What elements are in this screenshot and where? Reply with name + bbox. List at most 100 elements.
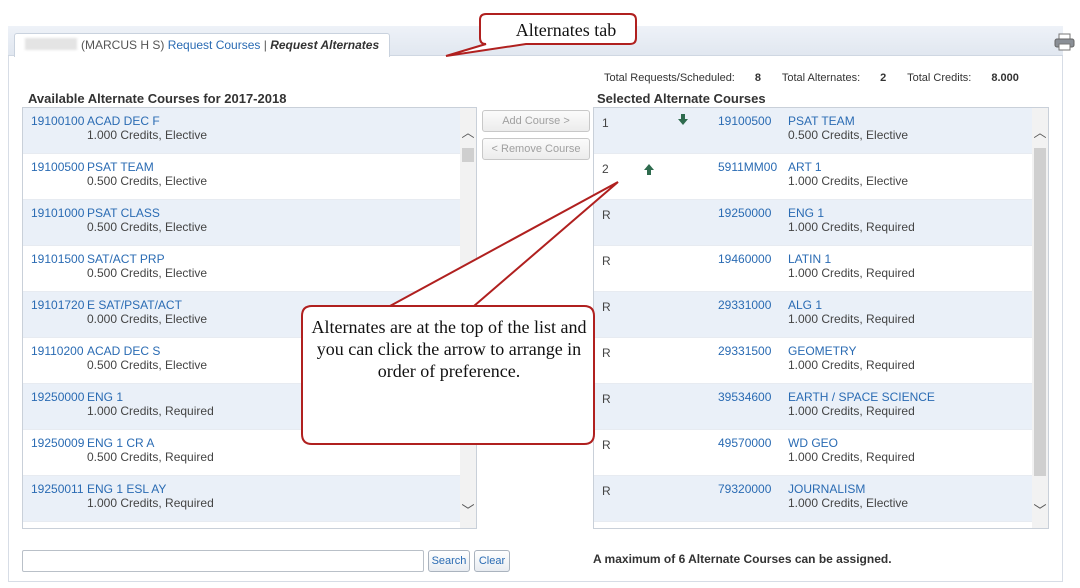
course-title[interactable]: EARTH / SPACE SCIENCE <box>788 390 935 404</box>
scroll-up-icon[interactable]: ︿ <box>1032 122 1048 140</box>
course-title[interactable]: ACAD DEC F <box>87 114 160 128</box>
printer-icon[interactable] <box>1054 33 1076 51</box>
course-code[interactable]: 19101000 <box>31 206 84 220</box>
tab-separator: | <box>263 38 267 52</box>
course-info: 0.500 Credits, Elective <box>788 128 909 142</box>
course-code[interactable]: 29331500 <box>718 344 771 358</box>
course-info: 0.500 Credits, Required <box>87 450 214 464</box>
course-info: 1.000 Credits, Required <box>788 358 915 372</box>
course-code[interactable]: 19250011 <box>31 482 84 496</box>
selected-course-row[interactable]: R 29331500 GEOMETRY 1.000 Credits, Required <box>594 338 1032 384</box>
course-info: 0.500 Credits, Elective <box>87 266 208 280</box>
course-info: 0.500 Credits, Elective <box>87 220 208 234</box>
course-rank: R <box>602 208 611 222</box>
course-rank: 1 <box>602 116 609 130</box>
course-code[interactable]: 5911MM00 <box>718 160 777 174</box>
course-title[interactable]: ACAD DEC S <box>87 344 160 358</box>
course-code[interactable]: 49570000 <box>718 436 771 450</box>
tab-callout-text: Alternates tab <box>515 20 617 40</box>
request-courses-link[interactable]: Request Courses <box>168 38 261 52</box>
available-course-row[interactable]: 19250011 ENG 1 ESL AY 1.000 Credits, Requi… <box>23 476 460 522</box>
course-code[interactable]: 19101720 <box>31 298 84 312</box>
course-code[interactable]: 19110200 <box>31 344 84 358</box>
course-code[interactable]: 19250000 <box>718 206 771 220</box>
remove-course-button[interactable]: < Remove Course <box>482 138 590 160</box>
selected-course-row[interactable]: R 39534600 EARTH / SPACE SCIENCE 1.000 Cred… <box>594 384 1032 430</box>
scroll-thumb[interactable] <box>462 148 474 162</box>
course-info: 1.000 Credits, Required <box>788 220 915 234</box>
course-rank: R <box>602 438 611 452</box>
course-info: 1.000 Credits, Required <box>788 266 915 280</box>
search-input[interactable] <box>22 550 424 572</box>
course-code[interactable]: 19100500 <box>718 114 771 128</box>
course-title[interactable]: GEOMETRY <box>788 344 856 358</box>
course-title[interactable]: JOURNALISM <box>788 482 865 496</box>
course-info: 1.000 Credits, Required <box>788 312 915 326</box>
course-info: 1.000 Credits, Elective <box>788 496 909 510</box>
available-course-row[interactable]: 19101500 SAT/ACT PRP 0.500 Credits, Electi… <box>23 246 460 292</box>
course-info: 1.000 Credits, Required <box>788 450 915 464</box>
course-info: 1.000 Credits, Required <box>788 404 915 418</box>
student-name-redacted <box>25 38 77 50</box>
scroll-thumb[interactable] <box>1034 148 1046 476</box>
search-button[interactable]: Search <box>428 550 470 572</box>
course-info: 1.000 Credits, Required <box>87 404 214 418</box>
course-code[interactable]: 39534600 <box>718 390 771 404</box>
selected-course-row[interactable]: R 19460000 LATIN 1 1.000 Credits, Required <box>594 246 1032 292</box>
course-title[interactable]: ENG 1 ESL AY <box>87 482 166 496</box>
selected-scrollbar[interactable]: ︿ ﹀ <box>1032 108 1048 528</box>
course-code[interactable]: 19250000 <box>31 390 84 404</box>
course-title[interactable]: ENG 1 <box>788 206 824 220</box>
course-title[interactable]: ENG 1 CR A <box>87 436 154 450</box>
arrow-up-icon[interactable] <box>644 164 654 175</box>
course-rank: R <box>602 346 611 360</box>
scroll-up-icon[interactable]: ︿ <box>460 122 476 140</box>
course-title[interactable]: WD GEO <box>788 436 838 450</box>
course-title[interactable]: PSAT CLASS <box>87 206 160 220</box>
course-title[interactable]: LATIN 1 <box>788 252 831 266</box>
course-code[interactable]: 19460000 <box>718 252 771 266</box>
selected-course-row[interactable]: R 49570000 WD GEO 1.000 Credits, Required <box>594 430 1032 476</box>
available-course-row[interactable]: 19250009 ENG 1 CR A 0.500 Credits, Require… <box>23 430 460 476</box>
course-title[interactable]: ALG 1 <box>788 298 822 312</box>
available-course-row[interactable]: 19250000 ENG 1 1.000 Credits, Required <box>23 384 460 430</box>
available-course-row[interactable]: 19100500 PSAT TEAM 0.500 Credits, Elective <box>23 154 460 200</box>
course-code[interactable]: 29331000 <box>718 298 771 312</box>
course-title[interactable]: E SAT/PSAT/ACT <box>87 298 182 312</box>
selected-course-row[interactable]: 2 5911MM00 ART 1 1.000 Credits, Elective <box>594 154 1032 200</box>
selected-courses-heading: Selected Alternate Courses <box>597 91 766 106</box>
course-rank: 2 <box>602 162 609 176</box>
request-alternates-tab[interactable]: Request Alternates <box>270 38 379 52</box>
course-code[interactable]: 19100100 <box>31 114 84 128</box>
course-info: 1.000 Credits, Elective <box>87 128 208 142</box>
scroll-down-icon[interactable]: ﹀ <box>1032 500 1048 518</box>
selected-course-row[interactable]: R 29331000 ALG 1 1.000 Credits, Required <box>594 292 1032 338</box>
arrows-callout-text: Alternates are at the top of the list an… <box>311 317 587 381</box>
max-alternates-note: A maximum of 6 Alternate Courses can be … <box>593 552 892 566</box>
selected-courses-list[interactable]: 1 19100500 PSAT TEAM 0.500 Credits, Electiv… <box>593 107 1049 529</box>
add-course-button[interactable]: Add Course > <box>482 110 590 132</box>
available-course-row[interactable]: 19101000 PSAT CLASS 0.500 Credits, Electiv… <box>23 200 460 246</box>
course-title[interactable]: SAT/ACT PRP <box>87 252 165 266</box>
selected-course-row[interactable]: R 79320000 JOURNALISM 1.000 Credits, Electi… <box>594 476 1032 522</box>
course-code[interactable]: 19101500 <box>31 252 84 266</box>
course-info: 0.000 Credits, Elective <box>87 312 208 326</box>
arrow-down-icon[interactable] <box>678 114 688 125</box>
course-title[interactable]: ART 1 <box>788 160 822 174</box>
course-info: 1.000 Credits, Elective <box>788 174 909 188</box>
available-course-row[interactable]: 19100100 ACAD DEC F 1.000 Credits, Electiv… <box>23 108 460 154</box>
selected-course-row[interactable]: 1 19100500 PSAT TEAM 0.500 Credits, Electiv… <box>594 108 1032 154</box>
course-code[interactable]: 19100500 <box>31 160 84 174</box>
course-code[interactable]: 19250009 <box>31 436 84 450</box>
course-rank: R <box>602 484 611 498</box>
clear-button[interactable]: Clear <box>474 550 510 572</box>
scroll-down-icon[interactable]: ﹀ <box>460 500 476 518</box>
selected-course-row[interactable]: R 19250000 ENG 1 1.000 Credits, Required <box>594 200 1032 246</box>
course-code[interactable]: 79320000 <box>718 482 771 496</box>
course-info: 1.000 Credits, Required <box>87 496 214 510</box>
course-title[interactable]: ENG 1 <box>87 390 123 404</box>
course-rank: R <box>602 300 611 314</box>
course-title[interactable]: PSAT TEAM <box>788 114 855 128</box>
course-title[interactable]: PSAT TEAM <box>87 160 154 174</box>
total-credits-value: 8.000 <box>991 72 1019 84</box>
